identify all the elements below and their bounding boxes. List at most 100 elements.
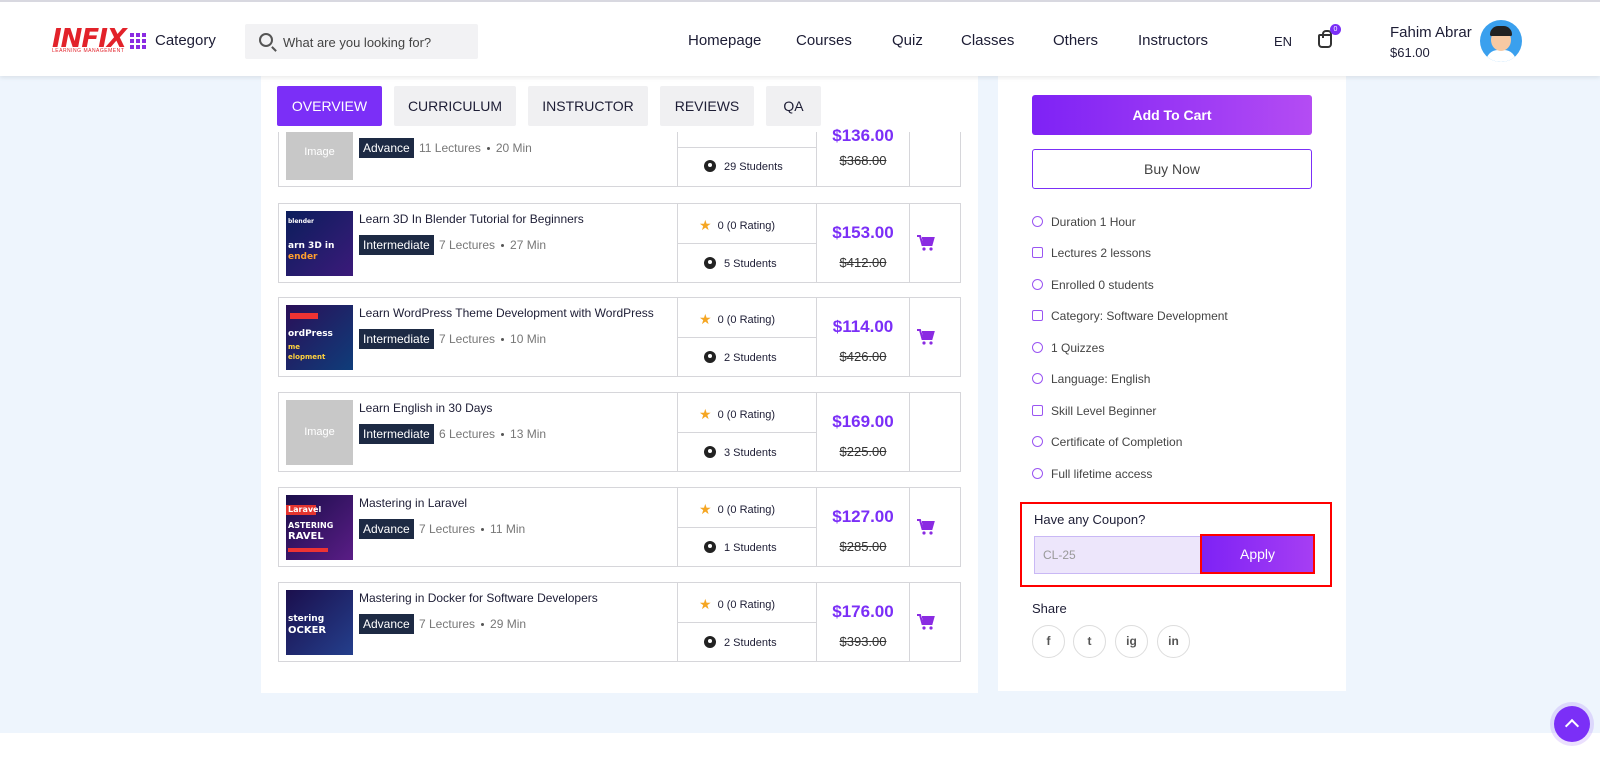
tab-overview[interactable]: OVERVIEW <box>277 86 382 126</box>
tab-instructor[interactable]: INSTRUCTOR <box>528 86 648 126</box>
coupon-label: Have any Coupon? <box>1034 512 1146 527</box>
share-label: Share <box>1032 601 1067 616</box>
course-content-panel: OVERVIEW CURRICULUM INSTRUCTOR REVIEWS Q… <box>261 76 978 693</box>
cart-icon[interactable] <box>916 518 936 536</box>
course-thumbnail[interactable]: Image <box>286 132 353 180</box>
course-thumbnail[interactable]: Image <box>286 400 353 465</box>
user-icon <box>704 351 716 363</box>
user-icon <box>704 257 716 269</box>
cart-icon[interactable] <box>916 328 936 346</box>
linkedin-icon[interactable]: in <box>1157 625 1190 658</box>
course-meta: 7 Lectures 27 Min <box>439 238 547 252</box>
course-thumbnail[interactable]: blender arn 3D in ender <box>286 211 353 276</box>
course-thumbnail[interactable]: ordPress me elopment <box>286 305 353 370</box>
list-item[interactable]: Image Advance 11 Lectures 20 Min 29 Stude… <box>278 126 961 187</box>
tab-reviews[interactable]: REVIEWS <box>660 86 754 126</box>
book-icon <box>1032 247 1043 258</box>
user-icon <box>704 160 716 172</box>
star-icon: ★ <box>699 596 712 612</box>
language-selector[interactable]: EN <box>1274 34 1292 49</box>
cart-icon[interactable] <box>916 234 936 252</box>
student-count: 1 Students <box>704 541 777 554</box>
course-title[interactable]: Mastering in Laravel <box>359 496 467 510</box>
course-meta: 7 Lectures 10 Min <box>439 332 547 346</box>
avatar[interactable] <box>1480 20 1522 62</box>
star-icon: ★ <box>699 311 712 327</box>
course-title[interactable]: Mastering in Docker for Software Develop… <box>359 591 598 605</box>
nav-instructors[interactable]: Instructors <box>1138 32 1208 49</box>
course-thumbnail[interactable]: stering OCKER <box>286 590 353 655</box>
apply-coupon-button[interactable]: Apply <box>1200 534 1315 574</box>
course-price: $169.00 <box>832 412 894 431</box>
course-title[interactable]: Learn WordPress Theme Development with W… <box>359 306 654 320</box>
cart-icon[interactable] <box>916 613 936 631</box>
course-old-price: $225.00 <box>839 444 887 459</box>
search-icon[interactable] <box>259 33 273 47</box>
twitter-icon[interactable]: t <box>1073 625 1106 658</box>
list-item[interactable]: blender arn 3D in ender Learn 3D In Blen… <box>278 203 961 283</box>
course-rating: ★ 0 (0 Rating) <box>699 406 776 422</box>
nav-homepage[interactable]: Homepage <box>688 32 761 49</box>
instagram-icon[interactable]: ig <box>1115 625 1148 658</box>
globe-icon <box>1032 373 1043 384</box>
list-item[interactable]: stering OCKER Mastering in Docker for So… <box>278 582 961 662</box>
tab-qa[interactable]: QA <box>766 86 821 126</box>
info-category: Category: Software Development <box>1032 309 1228 323</box>
user-icon <box>704 446 716 458</box>
logo-tagline: LEARNING MANAGEMENT <box>52 48 125 54</box>
user-name[interactable]: Fahim Abrar <box>1390 24 1472 41</box>
course-price: $114.00 <box>832 317 894 336</box>
trophy-icon <box>1032 436 1043 447</box>
tab-curriculum[interactable]: CURRICULUM <box>394 86 516 126</box>
category-menu[interactable]: Category <box>155 32 216 49</box>
course-thumbnail[interactable]: Laravel ASTERING RAVEL <box>286 495 353 560</box>
nav-courses[interactable]: Courses <box>796 32 852 49</box>
add-to-cart-button[interactable]: Add To Cart <box>1032 95 1312 135</box>
grid-icon[interactable] <box>130 33 146 49</box>
course-price: $127.00 <box>832 507 894 526</box>
course-meta: 6 Lectures 13 Min <box>439 427 547 441</box>
student-count: 5 Students <box>704 257 777 270</box>
buy-now-button[interactable]: Buy Now <box>1032 149 1312 189</box>
facebook-icon[interactable]: f <box>1032 625 1065 658</box>
course-rating: ★ 0 (0 Rating) <box>699 311 776 327</box>
course-price: $136.00 <box>832 126 894 145</box>
coupon-input[interactable] <box>1034 536 1202 574</box>
course-title[interactable]: Learn 3D In Blender Tutorial for Beginne… <box>359 212 584 226</box>
course-price: $153.00 <box>832 223 894 242</box>
star-icon: ★ <box>699 217 712 233</box>
search-box <box>245 24 478 59</box>
info-skill-level: Skill Level Beginner <box>1032 404 1156 418</box>
info-certificate: Certificate of Completion <box>1032 435 1182 449</box>
course-meta: 7 Lectures 11 Min <box>419 522 526 536</box>
site-header: INFIX LEARNING MANAGEMENT Category Homep… <box>0 0 1600 76</box>
course-old-price: $285.00 <box>839 539 887 554</box>
list-item[interactable]: Laravel ASTERING RAVEL Mastering in Lara… <box>278 487 961 567</box>
user-icon <box>704 636 716 648</box>
nav-others[interactable]: Others <box>1053 32 1098 49</box>
level-badge: Intermediate <box>359 329 434 349</box>
shopping-bag-icon[interactable] <box>1318 30 1332 48</box>
clock-icon <box>1032 216 1043 227</box>
course-rating: ★ 0 (0 Rating) <box>699 501 776 517</box>
student-count: 29 Students <box>704 160 783 173</box>
search-input[interactable] <box>283 32 473 52</box>
scroll-to-top-button[interactable] <box>1554 706 1590 742</box>
info-quizzes: 1 Quizzes <box>1032 341 1104 355</box>
course-meta: 11 Lectures 20 Min <box>419 141 532 155</box>
course-meta: 7 Lectures 29 Min <box>419 617 527 631</box>
level-badge: Advance <box>359 519 414 539</box>
course-old-price: $368.00 <box>839 153 887 168</box>
info-access: Full lifetime access <box>1032 467 1152 481</box>
cart-count-badge: 0 <box>1330 24 1341 35</box>
level-badge: Advance <box>359 138 414 158</box>
star-icon: ★ <box>699 406 712 422</box>
course-title[interactable]: Learn English in 30 Days <box>359 401 492 415</box>
user-icon <box>1032 279 1043 290</box>
list-item[interactable]: Image Learn English in 30 Days Intermedi… <box>278 392 961 472</box>
info-duration: Duration 1 Hour <box>1032 215 1136 229</box>
nav-quiz[interactable]: Quiz <box>892 32 923 49</box>
list-item[interactable]: ordPress me elopment Learn WordPress The… <box>278 297 961 377</box>
nav-classes[interactable]: Classes <box>961 32 1014 49</box>
info-enrolled: Enrolled 0 students <box>1032 278 1154 292</box>
